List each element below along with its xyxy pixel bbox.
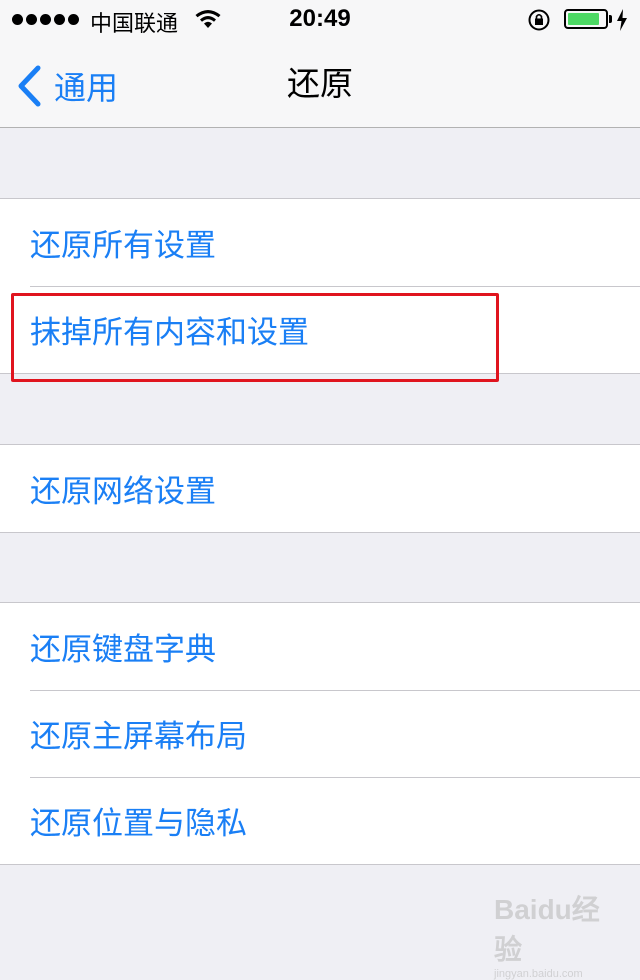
- status-bar: 中国联通 20:49: [0, 0, 640, 40]
- battery-level: [568, 13, 599, 25]
- reset-home-screen-layout-cell[interactable]: 还原主屏幕布局: [0, 690, 640, 777]
- reset-all-settings-cell[interactable]: 还原所有设置: [0, 199, 640, 286]
- battery-icon: [564, 9, 608, 29]
- watermark-url: jingyan.baidu.com: [494, 968, 583, 980]
- settings-group-2: 还原网络设置: [0, 444, 640, 533]
- cell-label: 还原网络设置: [30, 474, 216, 510]
- cell-label: 还原所有设置: [30, 228, 216, 264]
- settings-group-1: 还原所有设置 抹掉所有内容和设置: [0, 198, 640, 374]
- baidu-watermark: Baidu经验 jingyan.baidu.com: [494, 888, 614, 980]
- erase-all-content-cell[interactable]: 抹掉所有内容和设置: [0, 286, 640, 373]
- reset-network-settings-cell[interactable]: 还原网络设置: [0, 445, 640, 532]
- charging-bolt-icon: [617, 9, 627, 31]
- rotation-lock-icon: [528, 9, 550, 31]
- settings-group-3: 还原键盘字典 还原主屏幕布局 还原位置与隐私: [0, 602, 640, 865]
- cell-label: 还原键盘字典: [30, 632, 216, 668]
- navigation-bar: 通用 还原: [0, 40, 640, 128]
- battery-tip: [609, 15, 612, 23]
- reset-location-privacy-cell[interactable]: 还原位置与隐私: [0, 777, 640, 864]
- page-title: 还原: [287, 64, 353, 103]
- cell-label: 还原主屏幕布局: [30, 719, 247, 755]
- cell-label: 抹掉所有内容和设置: [30, 315, 309, 351]
- watermark-logo: Baidu经验: [494, 894, 600, 965]
- cell-label: 还原位置与隐私: [30, 806, 247, 842]
- reset-keyboard-dictionary-cell[interactable]: 还原键盘字典: [0, 603, 640, 690]
